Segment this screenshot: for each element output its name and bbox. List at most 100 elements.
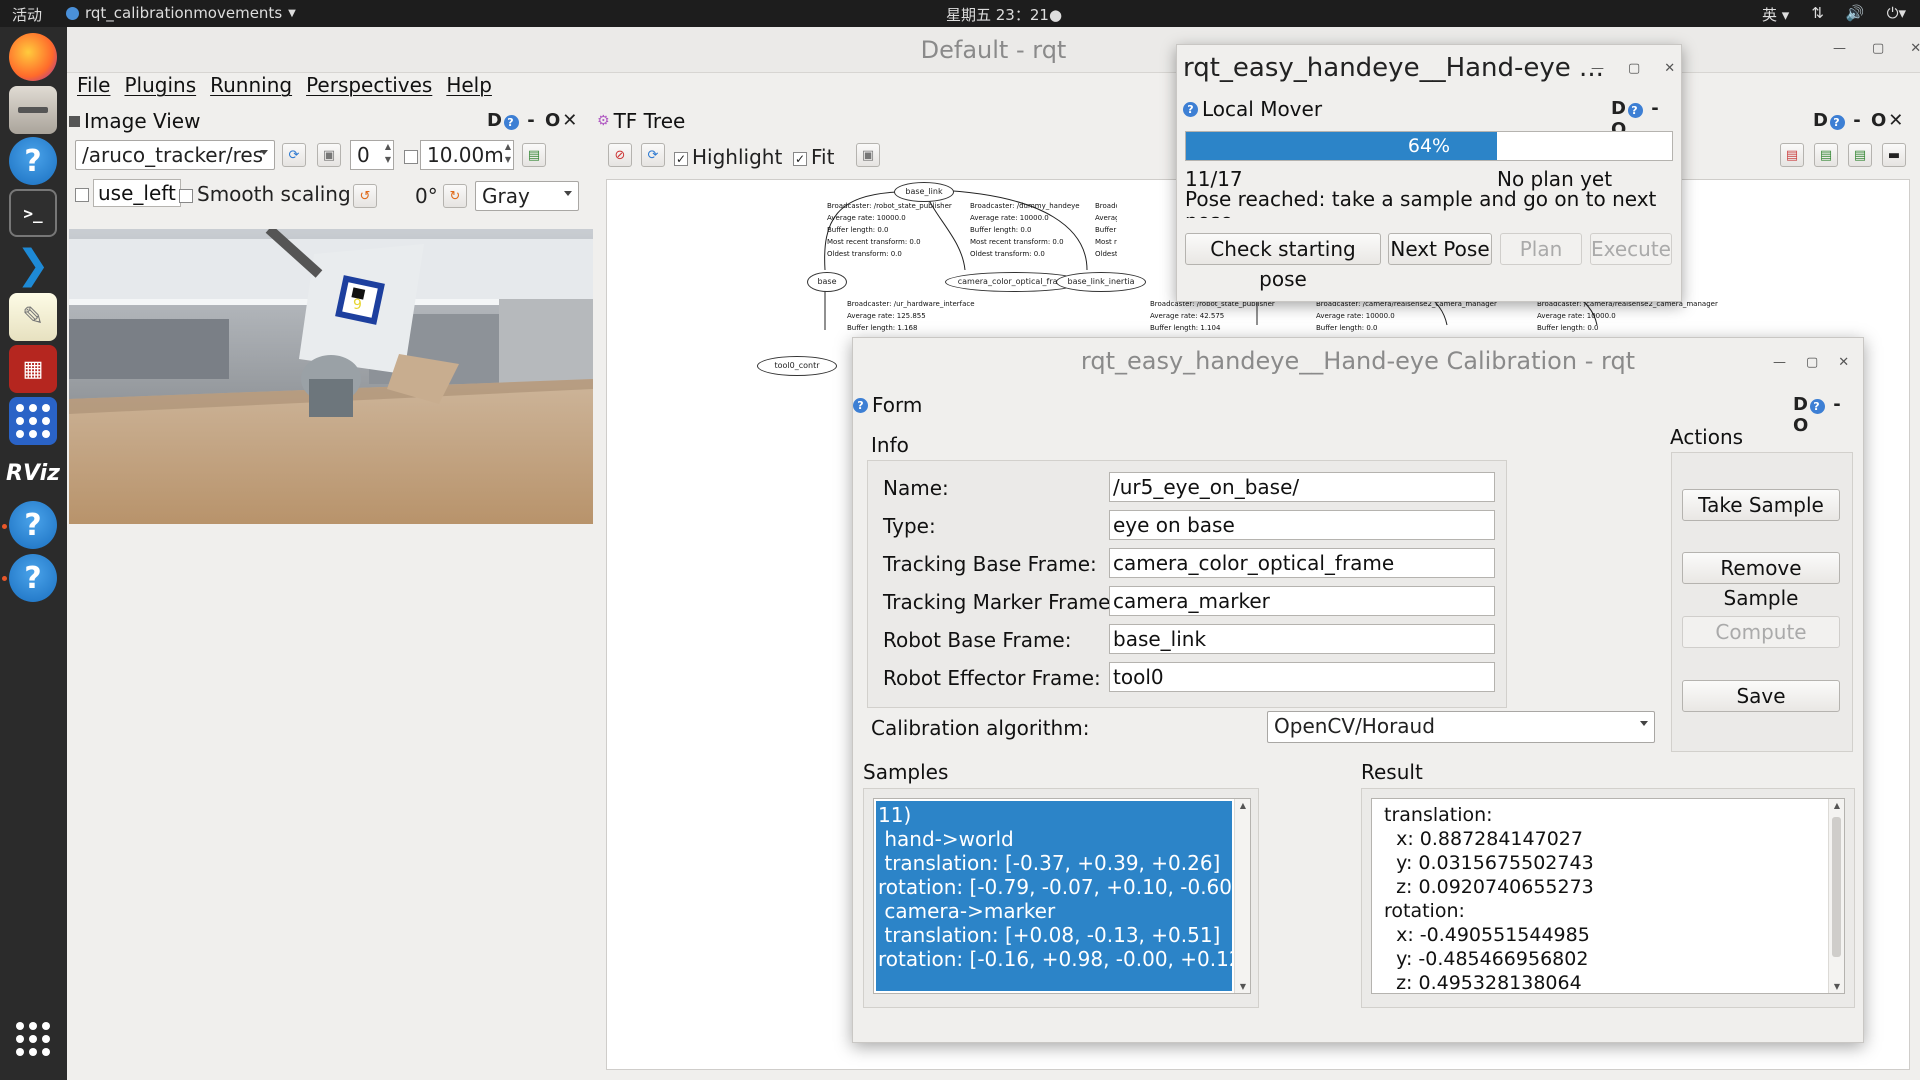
spin-up-icon[interactable]: ▲	[385, 142, 391, 151]
samples-scrollbar[interactable]: ▲ ▼	[1234, 799, 1250, 993]
close-icon[interactable]: ✕	[1910, 41, 1920, 56]
compute-button[interactable]: Compute	[1682, 616, 1840, 648]
take-sample-button[interactable]: Take Sample	[1682, 489, 1840, 521]
maximize-icon[interactable]: ▢	[1872, 41, 1884, 56]
help-icon[interactable]: ?	[853, 397, 868, 413]
menu-help[interactable]: Help	[446, 73, 492, 105]
minimize-icon[interactable]: —	[1591, 61, 1604, 76]
refresh-icon[interactable]: ⟳	[641, 143, 665, 167]
use-left-checkbox[interactable]: use_left	[75, 179, 181, 207]
save-image-icon[interactable]: ▬	[1882, 143, 1906, 167]
highlight-checkbox[interactable]: ✓ Highlight	[674, 145, 782, 169]
save-image-icon[interactable]: ▣	[317, 143, 341, 167]
scroll-up-icon[interactable]: ▲	[1829, 801, 1844, 810]
plan-button[interactable]: Plan	[1500, 233, 1582, 265]
help-icon[interactable]: ?	[1809, 399, 1825, 414]
type-field[interactable]: eye on base	[1109, 510, 1495, 540]
tf-node-tool0[interactable]: tool0_contr	[757, 356, 837, 376]
name-field[interactable]: /ur5_eye_on_base/	[1109, 472, 1495, 502]
robot-effector-frame-field[interactable]: tool0	[1109, 662, 1495, 692]
colormap-select[interactable]: Gray	[475, 181, 579, 211]
rotate-left-icon[interactable]: ↺	[353, 184, 377, 208]
network-icon[interactable]: ⇅	[1811, 4, 1824, 25]
tracking-marker-frame-field[interactable]: camera_marker	[1109, 586, 1495, 616]
scroll-up-icon[interactable]: ▲	[1235, 801, 1250, 810]
minimize-icon[interactable]: —	[1773, 355, 1786, 370]
help-icon[interactable]: ?	[503, 115, 519, 130]
menu-running[interactable]: Running	[210, 73, 292, 105]
fit-checkbox[interactable]: ✓ Fit	[793, 145, 834, 169]
tf-edge-label: Broadcaster: /camera/realsense2_camera_m…	[1537, 298, 1718, 334]
help-icon[interactable]: ?	[9, 501, 57, 549]
close-icon[interactable]: ✕	[1838, 355, 1849, 370]
dock-controls[interactable]: D? - O✕	[1813, 110, 1905, 131]
menu-file[interactable]: File	[77, 73, 110, 105]
execute-button[interactable]: Execute	[1590, 233, 1672, 265]
help-icon[interactable]: ?	[9, 137, 57, 185]
result-text-area[interactable]: translation: x: 0.887284147027 y: 0.0315…	[1371, 798, 1845, 994]
menu-plugins[interactable]: Plugins	[124, 73, 196, 105]
menu-perspectives[interactable]: Perspectives	[306, 73, 432, 105]
help-icon[interactable]: ?	[1183, 101, 1198, 117]
algorithm-select[interactable]: OpenCV/Horaud	[1267, 711, 1655, 743]
help-icon[interactable]: ?	[1829, 115, 1845, 130]
dock-controls[interactable]: D? - O✕	[487, 110, 579, 131]
show-apps-icon[interactable]	[9, 1015, 57, 1063]
input-method-indicator[interactable]: 英 ▾	[1762, 4, 1789, 25]
help-icon[interactable]: ?	[9, 554, 57, 602]
sample-item[interactable]: 11) hand->world translation: [-0.37, +0.…	[876, 801, 1249, 991]
tf-node-base[interactable]: base	[807, 272, 847, 292]
maximize-icon[interactable]: ▢	[1628, 61, 1640, 76]
refresh-icon[interactable]: ⟳	[282, 143, 306, 167]
next-pose-button[interactable]: Next Pose	[1388, 233, 1492, 265]
result-scrollbar[interactable]: ▲ ▼	[1828, 799, 1844, 993]
smooth-scaling-checkbox[interactable]: Smooth scaling	[179, 182, 351, 206]
system-tray[interactable]: 英 ▾ ⇅ 🔊 ⏻▾	[1762, 4, 1906, 25]
app-menu[interactable]: rqt_calibrationmovements ▼	[66, 4, 296, 22]
spin-up-icon[interactable]: ▲	[505, 142, 511, 151]
minimize-icon[interactable]: —	[1833, 41, 1846, 56]
power-icon[interactable]: ⏻▾	[1887, 4, 1906, 25]
help-icon[interactable]: ?	[1627, 103, 1643, 118]
volume-icon[interactable]: 🔊	[1846, 4, 1865, 25]
scroll-down-icon[interactable]: ▼	[1235, 982, 1250, 991]
maximize-icon[interactable]: ▢	[1806, 355, 1818, 370]
save-svg-icon[interactable]: ▤	[1848, 143, 1872, 167]
scroll-thumb[interactable]	[1832, 817, 1841, 957]
files-icon[interactable]	[9, 86, 57, 134]
tracking-base-frame-field[interactable]: camera_color_optical_frame	[1109, 548, 1495, 578]
stop-icon[interactable]: ⊘	[608, 143, 632, 167]
topic-select[interactable]: /aruco_tracker/res	[75, 140, 275, 170]
tf-node-base-link-inertia[interactable]: base_link_inertia	[1056, 272, 1146, 292]
scroll-down-icon[interactable]: ▼	[1829, 982, 1844, 991]
rotate-right-icon[interactable]: ↻	[443, 184, 467, 208]
distance-spinbox[interactable]: 10.00m ▲ ▼	[420, 140, 514, 170]
rviz-icon[interactable]: RViz	[6, 449, 60, 497]
spin-down-icon[interactable]: ▼	[505, 155, 511, 164]
spin-down-icon[interactable]: ▼	[385, 155, 391, 164]
save-icon[interactable]: ▣	[856, 143, 880, 167]
save-dot-icon[interactable]: ▤	[1814, 143, 1838, 167]
robot-base-frame-field[interactable]: base_link	[1109, 624, 1495, 654]
check-starting-pose-button[interactable]: Check starting pose	[1185, 233, 1381, 291]
activities-button[interactable]: 活动	[12, 4, 42, 25]
camera-image: 9	[69, 229, 593, 524]
app-icon[interactable]: ▦	[9, 345, 57, 393]
close-icon[interactable]: ✕	[1664, 61, 1675, 76]
checkbox[interactable]	[404, 150, 418, 164]
clock[interactable]: 星期五 23：21●	[946, 4, 1062, 25]
use-left-field[interactable]: use_left	[93, 179, 181, 207]
number-spinbox[interactable]: 0 ▲ ▼	[350, 140, 394, 170]
tf-node-base-link[interactable]: base_link	[894, 182, 954, 202]
vscode-icon[interactable]: ❯	[9, 241, 57, 289]
dock-controls[interactable]: D? - O	[1793, 394, 1863, 436]
save-button[interactable]: Save	[1682, 680, 1840, 712]
terminal-icon[interactable]: >_	[9, 189, 57, 237]
samples-list[interactable]: 11) hand->world translation: [-0.37, +0.…	[873, 798, 1251, 994]
launcher-icon[interactable]	[9, 397, 57, 445]
screenshot-icon[interactable]: ▤	[522, 143, 546, 167]
remove-sample-button[interactable]: Remove Sample	[1682, 552, 1840, 610]
firefox-icon[interactable]	[9, 33, 57, 81]
text-editor-icon[interactable]: ✎	[9, 293, 57, 341]
open-icon[interactable]: ▤	[1780, 143, 1804, 167]
